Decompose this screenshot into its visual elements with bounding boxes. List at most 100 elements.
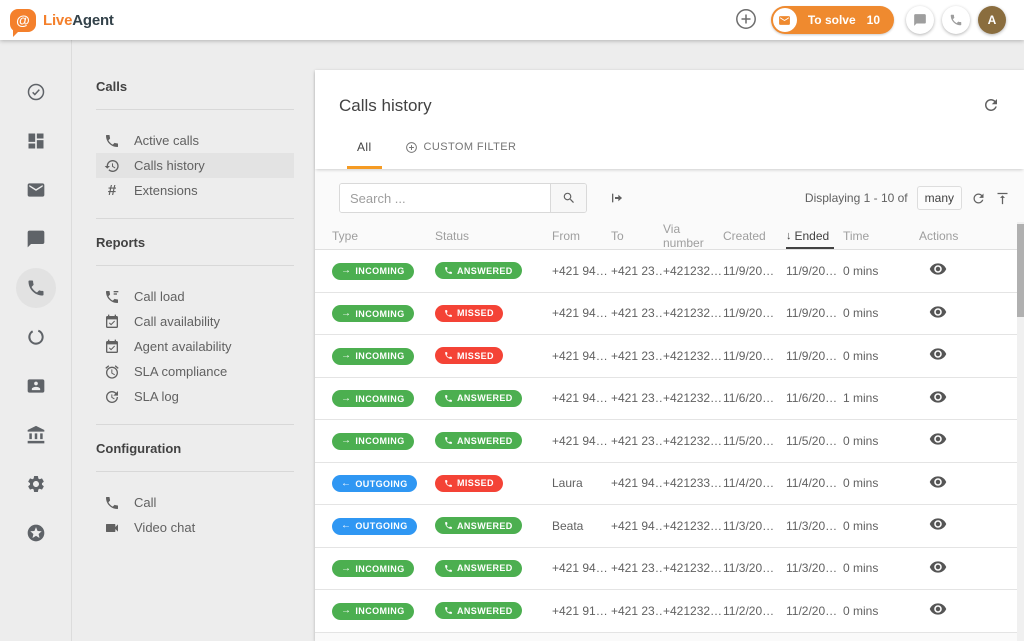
table-row[interactable]: →INCOMINGANSWERED+421 91…+421 23…+421232… — [315, 590, 1024, 633]
table-row[interactable]: ←OUTGOINGMISSEDLaura+421 94…+421233…11/4… — [315, 463, 1024, 506]
rail-item-gear[interactable] — [16, 459, 56, 508]
align-top-icon — [995, 191, 1010, 206]
chats-button[interactable] — [906, 6, 934, 34]
col-header-status[interactable]: Status — [435, 222, 552, 249]
rail-item-phone[interactable] — [16, 268, 56, 308]
workspace: CallsActive callsCalls history#Extension… — [0, 40, 1024, 641]
cell-time: 1 mins — [843, 391, 919, 405]
search-button[interactable] — [550, 184, 586, 212]
view-call-button[interactable] — [929, 303, 947, 321]
calls-button[interactable] — [942, 6, 970, 34]
phone-icon — [104, 133, 120, 149]
sidebar-item-sla-log[interactable]: SLA log — [96, 384, 294, 409]
hash-icon: # — [104, 183, 120, 199]
view-call-button[interactable] — [929, 515, 947, 533]
sidebar-item-agent-availability[interactable]: Agent availability — [96, 334, 294, 359]
col-header-ended[interactable]: ↓Ended — [786, 222, 843, 249]
eye-icon — [929, 345, 947, 363]
sidebar-item-calls-history[interactable]: Calls history — [96, 153, 294, 178]
eye-icon — [929, 600, 947, 618]
rail-item-star-circle[interactable] — [16, 508, 56, 557]
sidebar-item-video-chat[interactable]: Video chat — [96, 515, 294, 540]
cell-created: 11/3/20… — [723, 561, 786, 575]
rail-item-bank[interactable] — [16, 410, 56, 459]
rail-item-dashboard[interactable] — [16, 116, 56, 165]
col-header-via-number[interactable]: Via number — [663, 222, 723, 249]
tab-custom-filter[interactable]: CUSTOM FILTER — [405, 128, 517, 169]
search-group — [339, 183, 587, 213]
view-call-button[interactable] — [929, 473, 947, 491]
col-label: Ended — [795, 229, 830, 243]
reload-list-button[interactable] — [971, 191, 986, 206]
table-row[interactable]: →INCOMINGANSWERED+421 94…+421 23…+421232… — [315, 548, 1024, 591]
rail-item-check-circle[interactable] — [16, 67, 56, 116]
table-row[interactable]: →INCOMINGMISSED+421 94…+421 23…+421232…1… — [315, 335, 1024, 378]
view-call-button[interactable] — [929, 260, 947, 278]
sidebar-item-sla-compliance[interactable]: SLA compliance — [96, 359, 294, 384]
table-row[interactable]: →INCOMINGANSWERED+421 94…+421 23…+421232… — [315, 420, 1024, 463]
rail-item-chat[interactable] — [16, 214, 56, 263]
direction-badge: →INCOMING — [332, 305, 414, 322]
table-row[interactable]: →INCOMINGANSWERED+421 94…+421 23…+421232… — [315, 250, 1024, 293]
view-call-button[interactable] — [929, 345, 947, 363]
app-logo[interactable]: @ LiveAgent — [10, 9, 114, 32]
sidebar-item-call-availability[interactable]: Call availability — [96, 309, 294, 334]
scrollbar[interactable] — [1017, 222, 1024, 641]
view-call-button[interactable] — [929, 600, 947, 618]
cell-ended: 11/4/20… — [786, 476, 843, 490]
table-row[interactable]: ←OUTGOINGANSWEREDBeata+421 94…+421232…11… — [315, 505, 1024, 548]
view-call-button[interactable] — [929, 558, 947, 576]
avatar[interactable]: A — [978, 6, 1006, 34]
arrow-right-icon: → — [341, 309, 351, 319]
direction-badge: →INCOMING — [332, 603, 414, 620]
scrollbar-thumb[interactable] — [1017, 224, 1024, 317]
cell-time: 0 mins — [843, 476, 919, 490]
cell-via-number: +421232… — [663, 391, 723, 405]
menu-item-label: Active calls — [134, 133, 199, 148]
to-solve-button[interactable]: To solve 10 — [771, 6, 894, 34]
tab-all[interactable]: All — [347, 128, 382, 169]
view-call-button[interactable] — [929, 430, 947, 448]
col-header-type[interactable]: Type — [332, 222, 435, 249]
phone-icon — [949, 13, 963, 27]
cell-time: 0 mins — [843, 434, 919, 448]
refresh-button[interactable] — [982, 96, 1000, 117]
search-input[interactable] — [340, 184, 550, 212]
view-call-button[interactable] — [929, 388, 947, 406]
sidebar-item-call-load[interactable]: Call load — [96, 284, 294, 309]
col-header-from[interactable]: From — [552, 222, 611, 249]
sidebar-item-extensions[interactable]: #Extensions — [96, 178, 294, 203]
direction-badge: ←OUTGOING — [332, 518, 417, 535]
to-solve-label: To solve — [808, 13, 856, 27]
phone-icon — [444, 521, 453, 530]
rail-item-contacts[interactable] — [16, 361, 56, 410]
sidebar-item-call[interactable]: Call — [96, 490, 294, 515]
col-header-actions[interactable]: Actions — [919, 222, 1024, 249]
section-title-calls: Calls — [96, 79, 294, 94]
phone-icon — [444, 394, 453, 403]
arrow-down-icon: ↓ — [786, 230, 792, 242]
cell-time: 0 mins — [843, 519, 919, 533]
col-header-time[interactable]: Time — [843, 222, 919, 249]
table-row[interactable]: →INCOMINGANSWERED+421 94…+421 23…+421232… — [315, 378, 1024, 421]
sidebar-item-active-calls[interactable]: Active calls — [96, 128, 294, 153]
scroll-top-button[interactable] — [995, 191, 1010, 206]
table-row[interactable]: →INCOMINGMISSED+421 94…+421 23…+421232…1… — [315, 293, 1024, 336]
cell-ended: 11/9/20… — [786, 349, 843, 363]
page-title: Calls history — [339, 96, 432, 116]
phone-icon — [444, 309, 453, 318]
mail-icon — [26, 180, 46, 200]
col-header-to[interactable]: To — [611, 222, 663, 249]
status-badge: ANSWERED — [435, 602, 522, 619]
rail-item-mail[interactable] — [16, 165, 56, 214]
tabs: All CUSTOM FILTER — [339, 128, 1000, 169]
displaying-text: Displaying 1 - 10 of — [805, 191, 908, 205]
add-new-button[interactable] — [733, 7, 759, 33]
skip-forward-button[interactable] — [609, 190, 625, 206]
count-box[interactable]: many — [917, 186, 962, 210]
rail-item-ring[interactable] — [16, 312, 56, 361]
col-header-created[interactable]: Created — [723, 222, 786, 249]
cell-created: 11/2/20… — [723, 604, 786, 618]
menu-item-label: Call availability — [134, 314, 220, 329]
status-badge: ANSWERED — [435, 262, 522, 279]
